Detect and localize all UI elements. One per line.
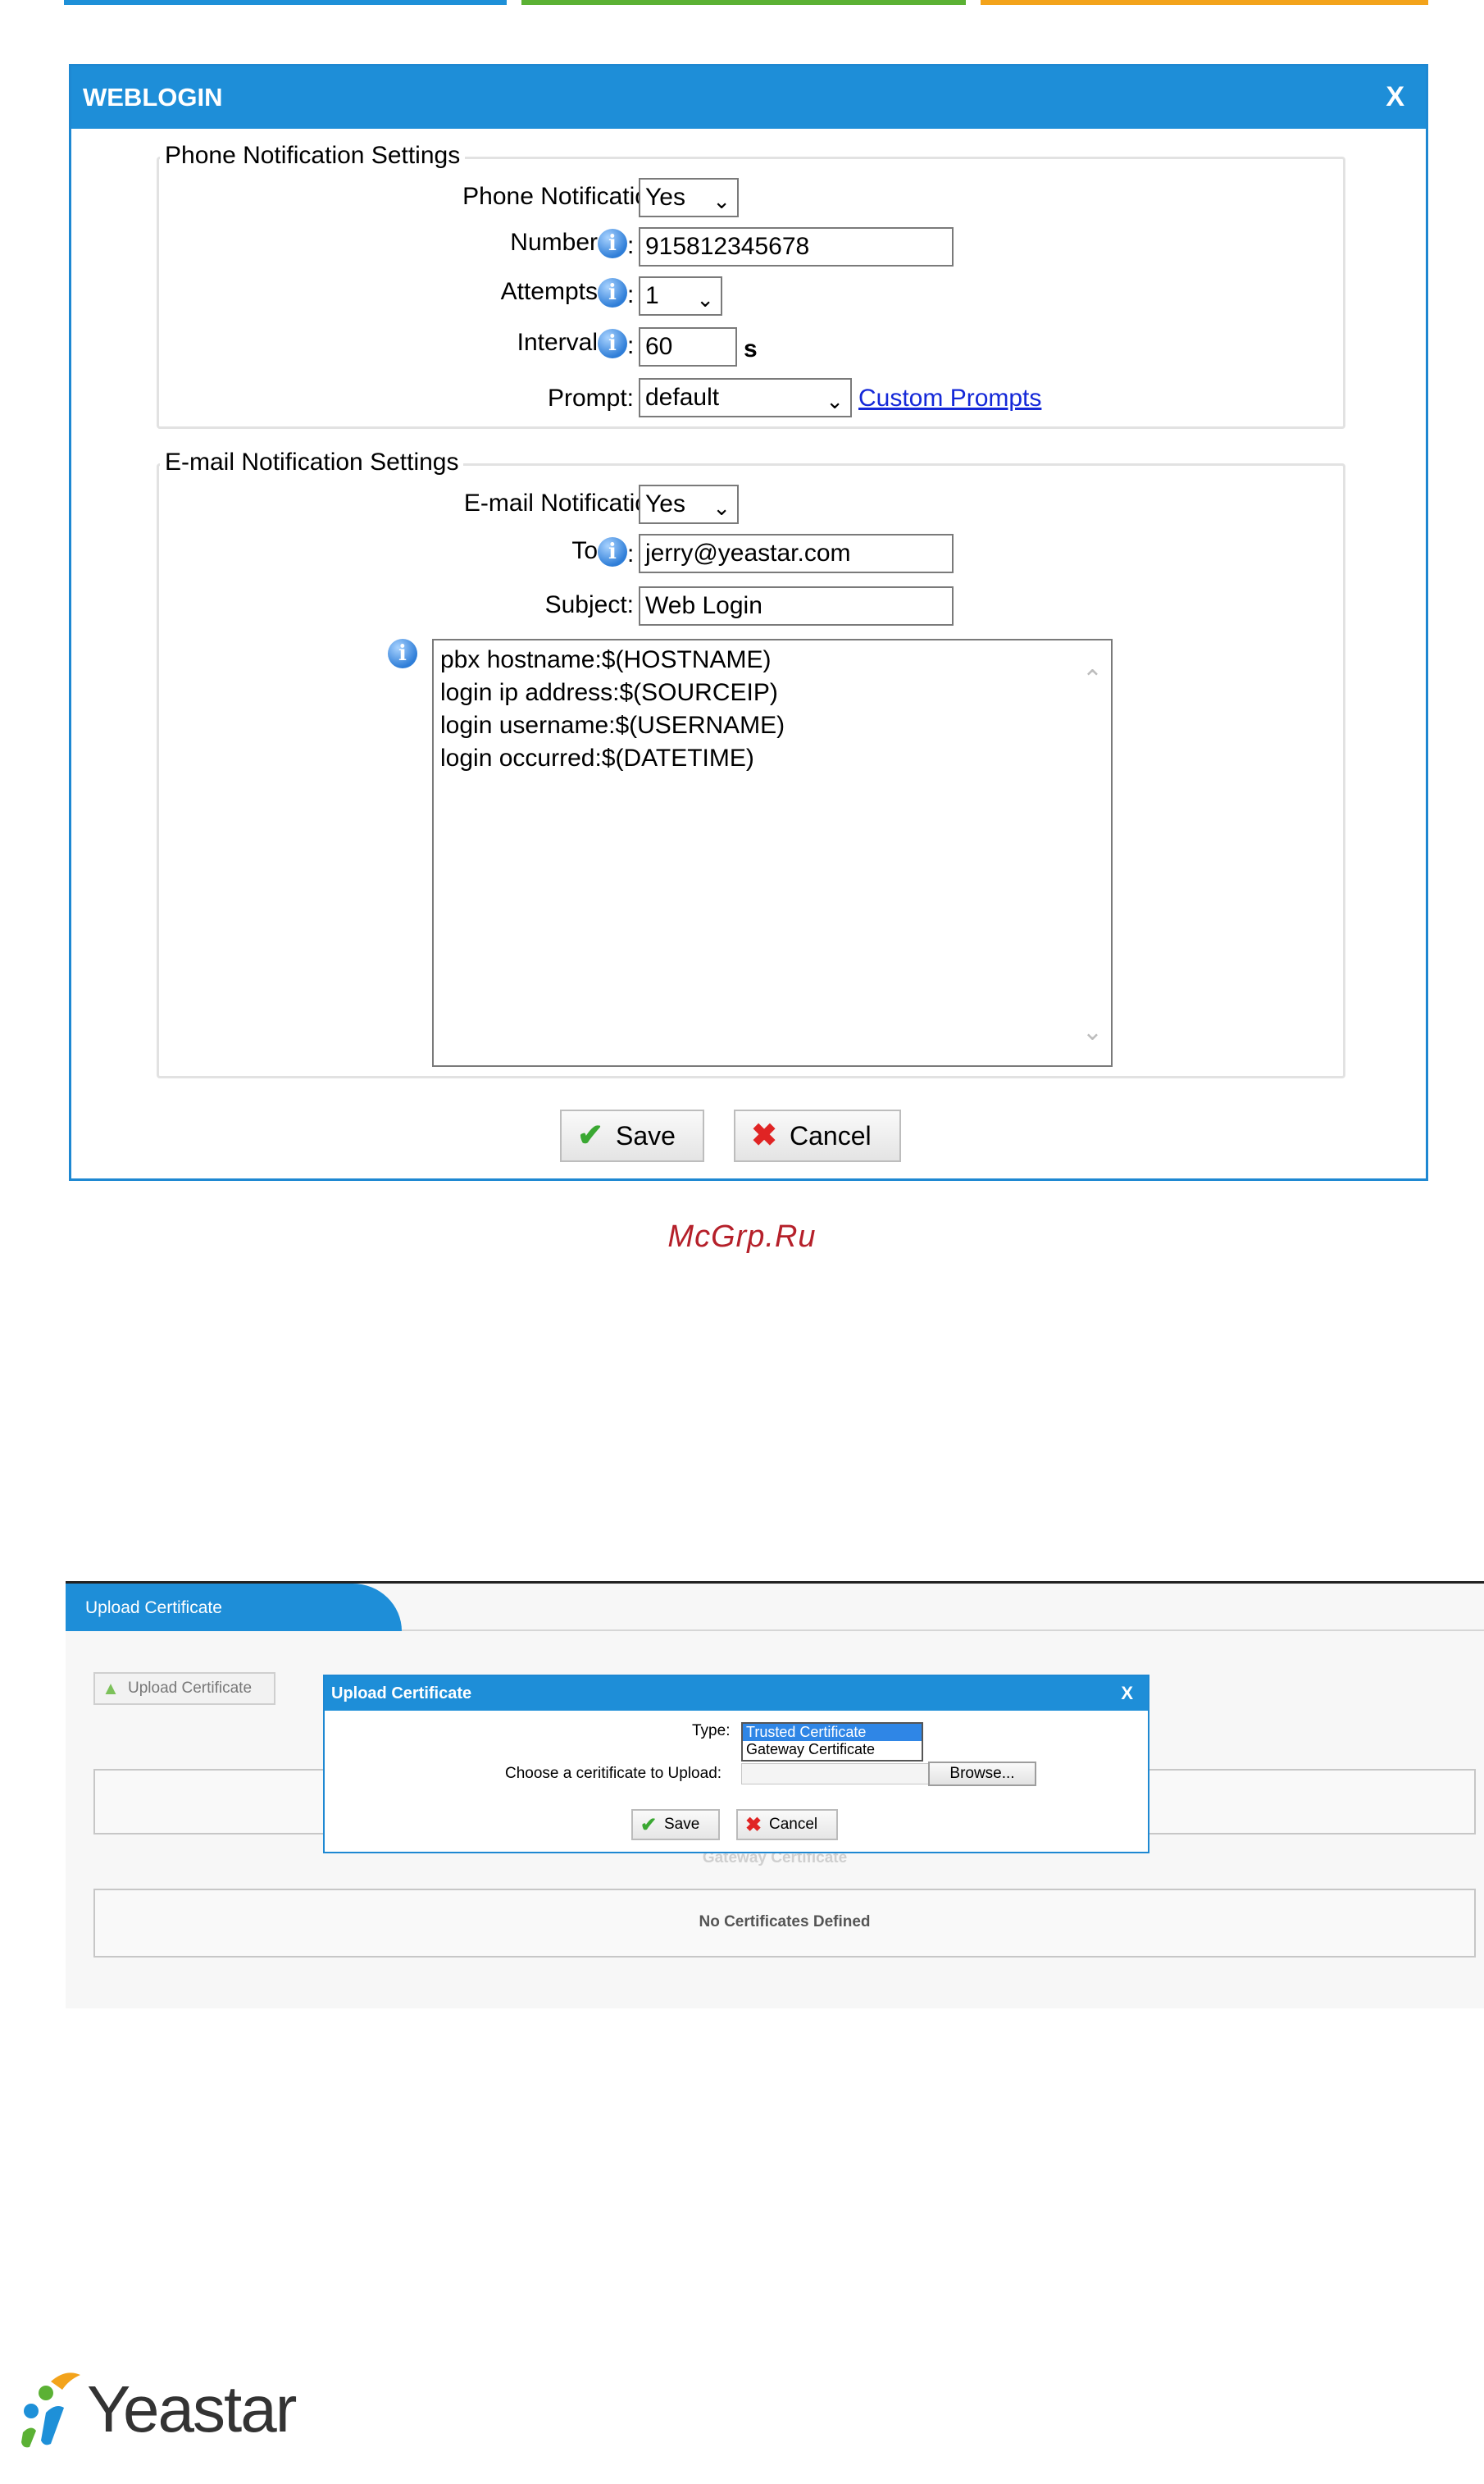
info-icon[interactable]: i: [598, 278, 627, 308]
subject-input[interactable]: Web Login: [639, 586, 954, 626]
prompt-select[interactable]: default ⌄: [639, 378, 852, 417]
to-colon: :: [627, 540, 635, 567]
certificate-file-input[interactable]: [741, 1763, 938, 1784]
interval-input[interactable]: 60: [639, 327, 737, 367]
email-notification-legend: E-mail Notification Settings: [160, 449, 464, 476]
check-icon: ✔: [640, 1813, 658, 1836]
to-input[interactable]: jerry@yeastar.com: [639, 534, 954, 573]
subject-label: Subject:: [544, 591, 634, 618]
info-icon[interactable]: i: [598, 329, 627, 359]
cross-icon: ✖: [744, 1813, 762, 1836]
prompt-label: Prompt:: [547, 385, 634, 412]
dialog-titlebar: WEBLOGIN X: [71, 66, 1426, 129]
save-button[interactable]: ✔ Save: [560, 1110, 704, 1162]
tab-upload-certificate[interactable]: Upload Certificate: [66, 1584, 402, 1631]
close-icon[interactable]: X: [1386, 81, 1404, 113]
body-line: login occurred:$(DATETIME): [440, 745, 754, 772]
info-icon[interactable]: i: [388, 639, 417, 668]
upload-icon: ▲: [102, 1678, 120, 1698]
number-label: Number i: [510, 229, 627, 259]
phone-notification-select[interactable]: Yes ⌄: [639, 178, 739, 217]
option-gateway-certificate[interactable]: Gateway Certificate: [743, 1741, 922, 1758]
info-icon[interactable]: i: [598, 537, 627, 567]
dialog-titlebar: Upload Certificate X: [325, 1676, 1148, 1711]
no-certificates-text: No Certificates Defined: [699, 1913, 871, 1930]
cancel-button[interactable]: ✖ Cancel: [736, 1809, 838, 1840]
cancel-button[interactable]: ✖ Cancel: [734, 1110, 901, 1162]
watermark-text: McGrp.Ru: [667, 1219, 817, 1254]
interval-unit: s: [744, 335, 758, 362]
top-bar-orange: [981, 0, 1428, 5]
save-button[interactable]: ✔ Save: [631, 1809, 720, 1840]
number-input[interactable]: 915812345678: [639, 227, 954, 267]
email-notification-select[interactable]: Yes ⌄: [639, 485, 739, 524]
to-label: To i: [571, 537, 627, 567]
tab-divider: [402, 1629, 1484, 1631]
interval-colon: :: [627, 332, 635, 359]
top-bar-blue: [64, 0, 507, 5]
choose-certificate-label: Choose a ceritificate to Upload:: [505, 1765, 722, 1782]
gateway-certificate-box: No Certificates Defined: [93, 1889, 1476, 1958]
info-icon[interactable]: i: [598, 229, 627, 259]
dialog-title: WEBLOGIN: [83, 83, 223, 112]
check-icon: ✔: [577, 1119, 603, 1153]
chevron-down-icon: ⌄: [712, 495, 731, 520]
browse-button[interactable]: Browse...: [928, 1762, 1036, 1786]
upload-certificate-button[interactable]: ▲ Upload Certificate: [93, 1672, 275, 1705]
email-body-textarea[interactable]: pbx hostname:$(HOSTNAME) login ip addres…: [432, 639, 1113, 1067]
chevron-down-icon: ⌄: [712, 189, 731, 213]
option-trusted-certificate[interactable]: Trusted Certificate: [743, 1724, 922, 1741]
phone-notification-legend: Phone Notification Settings: [160, 142, 466, 170]
number-colon: :: [627, 232, 635, 259]
yeastar-logo-icon: [21, 2372, 80, 2448]
type-listbox[interactable]: Trusted Certificate Gateway Certificate: [741, 1722, 923, 1762]
scroll-down-icon[interactable]: ⌄: [1082, 1016, 1103, 1049]
interval-label: Interval i: [517, 329, 627, 359]
cross-icon: ✖: [751, 1119, 777, 1153]
dialog-title: Upload Certificate: [331, 1684, 472, 1702]
body-line: login ip address:$(SOURCEIP): [440, 679, 778, 706]
chevron-down-icon: ⌄: [826, 389, 844, 413]
yeastar-logo: Yeastar: [15, 2362, 343, 2460]
body-line: login username:$(USERNAME): [440, 712, 785, 739]
upload-certificate-dialog: Upload Certificate X Type: Trusted Certi…: [323, 1675, 1149, 1853]
top-bar-green: [521, 0, 966, 5]
close-icon[interactable]: X: [1121, 1683, 1133, 1704]
type-label: Type:: [692, 1722, 731, 1739]
custom-prompts-link[interactable]: Custom Prompts: [858, 385, 1041, 412]
weblogin-dialog: WEBLOGIN X Phone Notification Settings P…: [69, 64, 1428, 1181]
attempts-label: Attempts i: [501, 278, 627, 308]
scroll-up-icon[interactable]: ⌃: [1082, 663, 1103, 696]
attempts-colon: :: [627, 281, 635, 308]
yeastar-wordmark: Yeastar: [87, 2372, 297, 2445]
chevron-down-icon: ⌄: [696, 287, 714, 312]
body-line: pbx hostname:$(HOSTNAME): [440, 646, 772, 673]
attempts-select[interactable]: 1 ⌄: [639, 276, 722, 316]
